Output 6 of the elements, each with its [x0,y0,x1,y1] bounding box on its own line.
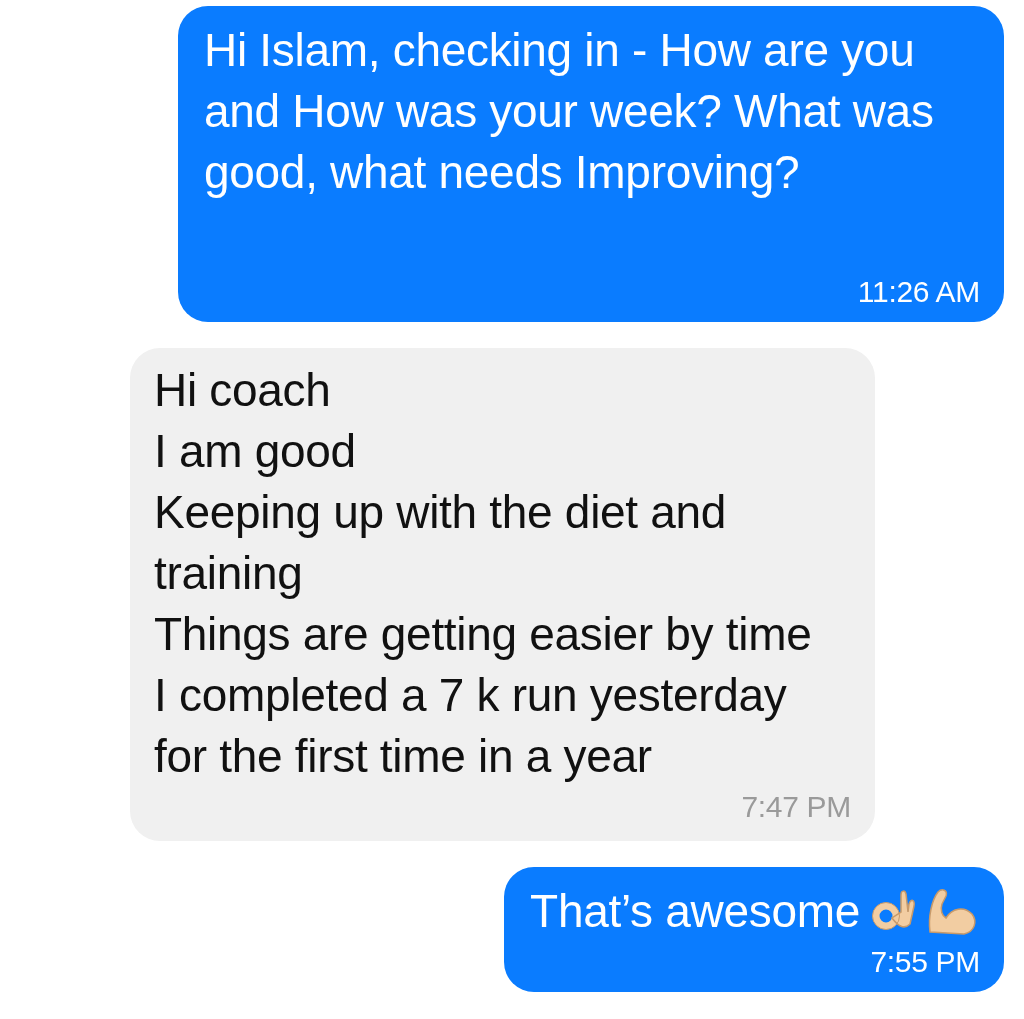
message-time: 11:26 AM [857,275,980,308]
message-text: Hi coach I am good Keeping up with the diet and training Things are getting easier by time I completed a 7 k run yesterday for the first time in a year [154,363,813,784]
message-time: 7:47 PM [741,790,851,823]
message-text: That’s awesome [530,884,860,939]
message-time: 7:55 PM [870,945,980,978]
message-text: Hi Islam, checking in - How are you and How was your week? What was good, what needs Improving? [204,23,935,200]
